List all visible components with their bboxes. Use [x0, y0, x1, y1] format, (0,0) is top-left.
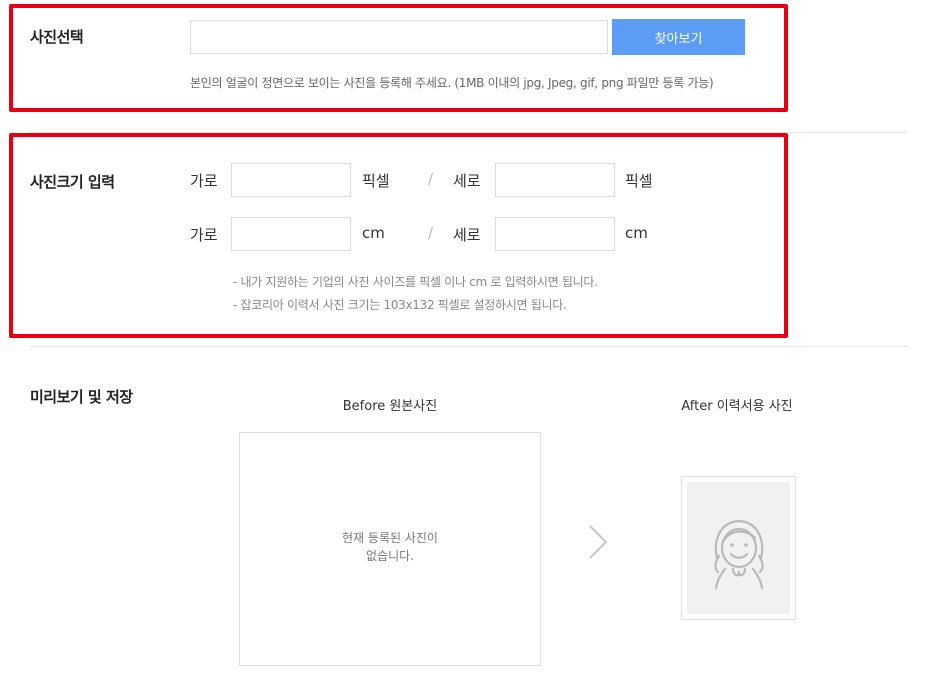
photo-file-input[interactable] [190, 20, 608, 54]
width-cm-label: 가로 [190, 226, 218, 244]
px-separator: / [428, 170, 434, 188]
photo-select-note: 본인의 얼굴이 정면으로 보이는 사진을 등록해 주세요. (1MB 이내의 j… [190, 76, 714, 90]
height-cm-input[interactable] [495, 217, 615, 251]
after-photo-frame [681, 476, 796, 620]
size-note-1: - 내가 지원하는 기업의 사진 사이즈를 픽셀 이나 cm 로 입력하시면 됩… [233, 275, 598, 289]
chevron-right-icon [586, 523, 610, 561]
height-cm-label: 세로 [453, 226, 481, 244]
cm-separator: / [428, 224, 434, 242]
size-input-title: 사진크기 입력 [30, 173, 115, 191]
before-photo-frame: 현재 등록된 사진이 없습니다. [239, 432, 541, 666]
photo-select-title: 사진선택 [30, 28, 84, 46]
empty-photo-message-line1: 현재 등록된 사진이 [342, 531, 438, 545]
height-px-input[interactable] [495, 163, 615, 197]
before-caption: Before 원본사진 [342, 399, 438, 414]
height-cm-unit: cm [625, 224, 648, 242]
empty-photo-message-line2: 없습니다. [366, 549, 414, 563]
divider [30, 346, 908, 347]
width-cm-input[interactable] [231, 217, 351, 251]
height-px-label: 세로 [453, 172, 481, 190]
empty-photo-message: 현재 등록된 사진이 없습니다. [240, 529, 540, 565]
width-px-unit: 픽셀 [362, 172, 390, 190]
photo-placeholder-bg [687, 482, 790, 614]
width-cm-unit: cm [362, 224, 385, 242]
width-px-label: 가로 [190, 172, 218, 190]
width-px-input[interactable] [231, 163, 351, 197]
preview-title: 미리보기 및 저장 [30, 388, 133, 406]
find-button[interactable]: 찾아보기 [612, 19, 745, 55]
after-caption: After 이력서용 사진 [681, 399, 793, 414]
height-px-unit: 픽셀 [625, 172, 653, 190]
person-placeholder-icon [705, 512, 773, 590]
size-note-2: - 잡코리아 이력서 사진 크기는 103x132 픽셀로 설정하시면 됩니다. [233, 298, 567, 312]
